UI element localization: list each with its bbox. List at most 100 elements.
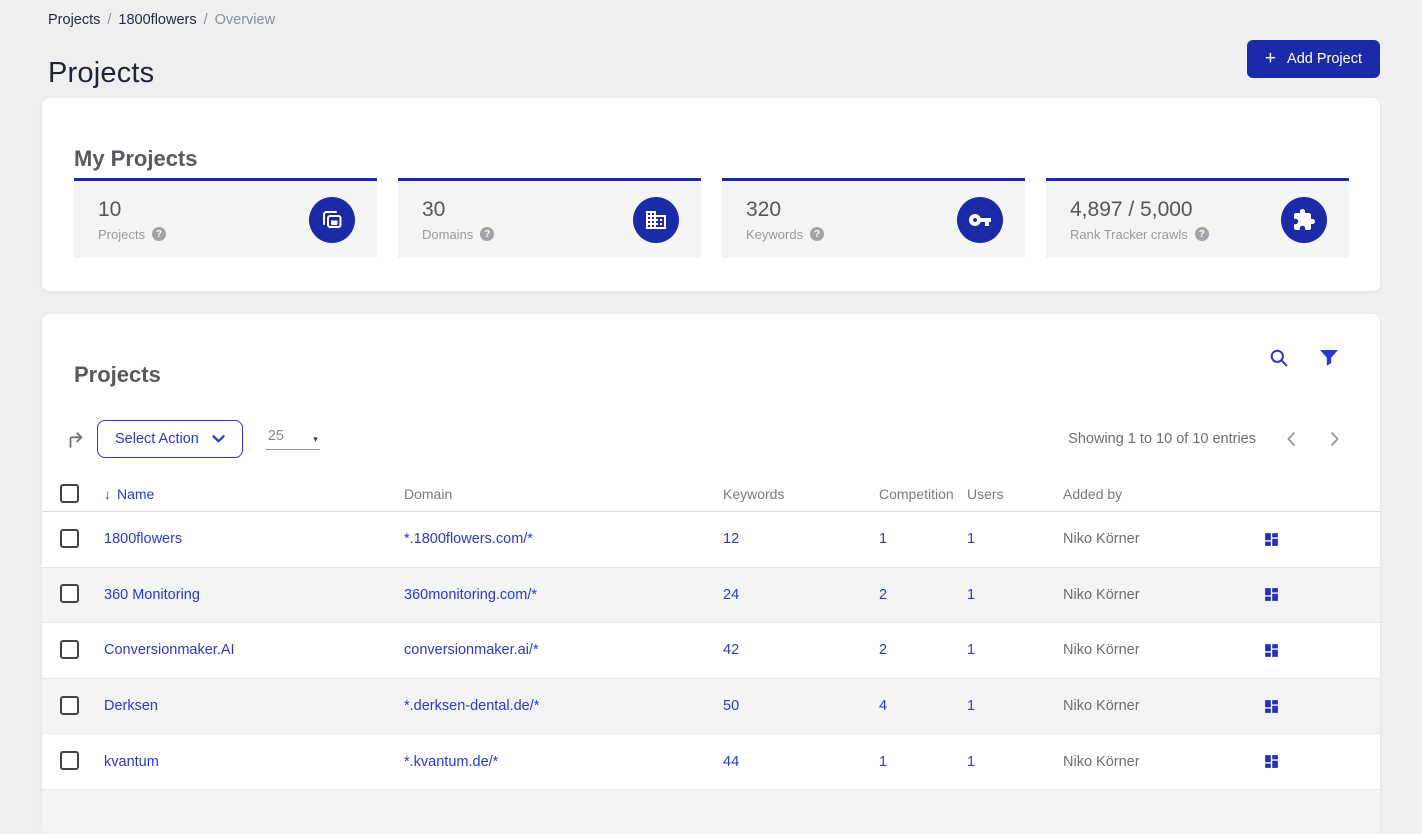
table-row: 360 Monitoring 360monitoring.com/* 24 2 … — [42, 567, 1380, 624]
stat-card-crawls: 4,897 / 5,000 Rank Tracker crawls ? — [1046, 178, 1349, 258]
previous-page-button[interactable] — [1282, 427, 1300, 451]
project-name-link[interactable]: Derksen — [104, 698, 404, 714]
page-size-value: 25 — [267, 428, 284, 444]
row-checkbox[interactable] — [60, 639, 79, 659]
table-row-partial — [42, 789, 1380, 834]
domains-count-label: Domains — [422, 226, 474, 242]
row-checkbox[interactable] — [60, 751, 79, 771]
table-toolbar: Select Action 25 ▾ Showing 1 to 10 of 10… — [42, 420, 1380, 458]
help-icon[interactable]: ? — [480, 227, 495, 241]
pagination — [1282, 427, 1344, 451]
column-header-domain[interactable]: Domain — [404, 486, 723, 502]
add-project-button[interactable]: + Add Project — [1246, 40, 1380, 78]
domains-count: 30 — [422, 197, 446, 221]
column-header-name[interactable]: ↓ Name — [104, 486, 404, 502]
crawls-count-label: Rank Tracker crawls — [1070, 226, 1188, 242]
column-header-users[interactable]: Users — [967, 486, 1063, 502]
dashboard-icon[interactable] — [1263, 698, 1283, 715]
row-checkbox[interactable] — [60, 695, 79, 715]
table-row: kvantum *.kvantum.de/* 44 1 1 Niko Körne… — [42, 734, 1380, 790]
users-count-cell[interactable]: 1 — [967, 531, 1063, 547]
project-name-link[interactable]: kvantum — [104, 754, 404, 770]
help-icon[interactable]: ? — [151, 227, 166, 241]
table-body: 1800flowers *.1800flowers.com/* 12 1 1 N… — [42, 512, 1380, 834]
puzzle-icon — [1281, 196, 1327, 243]
projects-table-card: Projects Select Action 25 ▾ Showing 1 to… — [41, 313, 1381, 834]
project-domain-link[interactable]: conversionmaker.ai/* — [404, 642, 723, 658]
stat-card-domains: 30 Domains ? — [398, 178, 701, 258]
plus-icon: + — [1264, 47, 1277, 69]
projects-page: Projects / 1800flowers / Overview Projec… — [0, 0, 1422, 834]
stat-row: 10 Projects ? 30 Domains ? 320 Keywords … — [74, 178, 1349, 258]
dashboard-icon[interactable] — [1263, 531, 1283, 548]
my-projects-card: My Projects 10 Projects ? 30 Domains ? 3… — [41, 97, 1381, 292]
breadcrumb: Projects / 1800flowers / Overview — [48, 12, 275, 28]
dashboard-icon[interactable] — [1263, 586, 1283, 603]
my-projects-title: My Projects — [74, 146, 198, 172]
filter-icon[interactable] — [1320, 350, 1338, 366]
project-domain-link[interactable]: *.derksen-dental.de/* — [404, 698, 723, 714]
competition-count-cell[interactable]: 2 — [879, 642, 967, 658]
help-icon[interactable]: ? — [810, 227, 825, 241]
breadcrumb-overview: Overview — [214, 12, 276, 28]
keywords-count-cell[interactable]: 42 — [723, 642, 879, 658]
table-row: 1800flowers *.1800flowers.com/* 12 1 1 N… — [42, 512, 1380, 568]
showing-entries-text: Showing 1 to 10 of 10 entries — [1068, 431, 1256, 447]
projects-count-label: Projects — [98, 226, 145, 242]
added-by-cell: Niko Körner — [1063, 586, 1140, 603]
project-domain-link[interactable]: 360monitoring.com/* — [404, 587, 723, 603]
key-icon — [957, 196, 1003, 243]
added-by-cell: Niko Körner — [1063, 531, 1140, 548]
row-checkbox[interactable] — [60, 528, 79, 548]
breadcrumb-separator: / — [203, 12, 208, 28]
export-arrow-icon[interactable] — [66, 429, 87, 450]
select-all-checkbox[interactable] — [60, 484, 79, 503]
competition-count-cell[interactable]: 1 — [879, 531, 967, 547]
project-domain-link[interactable]: *.1800flowers.com/* — [404, 531, 723, 547]
keywords-count-label: Keywords — [746, 226, 804, 242]
stat-card-keywords: 320 Keywords ? — [722, 178, 1025, 258]
dashboard-icon[interactable] — [1263, 642, 1283, 659]
added-by-cell: Niko Körner — [1063, 642, 1140, 659]
project-name-link[interactable]: 360 Monitoring — [104, 587, 404, 603]
keywords-count-cell[interactable]: 24 — [723, 587, 879, 603]
project-name-link[interactable]: Conversionmaker.AI — [104, 642, 404, 658]
column-header-keywords[interactable]: Keywords — [723, 486, 879, 502]
breadcrumb-projects[interactable]: Projects — [48, 12, 100, 28]
users-count-cell[interactable]: 1 — [967, 587, 1063, 603]
chevron-down-icon — [212, 435, 225, 443]
competition-count-cell[interactable]: 2 — [879, 587, 967, 603]
column-header-competition[interactable]: Competition — [879, 486, 967, 502]
table-row: Conversionmaker.AI conversionmaker.ai/* … — [42, 623, 1380, 679]
projects-table-title: Projects — [74, 362, 161, 388]
stat-card-projects: 10 Projects ? — [74, 178, 377, 258]
select-action-label: Select Action — [115, 431, 199, 447]
page-size-select[interactable]: 25 ▾ — [265, 428, 320, 450]
breadcrumb-project-1800flowers[interactable]: 1800flowers — [118, 12, 196, 28]
projects-copy-icon — [309, 196, 355, 243]
column-header-added-by[interactable]: Added by — [1063, 486, 1263, 502]
keywords-count-cell[interactable]: 44 — [723, 754, 879, 770]
row-checkbox[interactable] — [60, 584, 79, 604]
dashboard-icon[interactable] — [1263, 753, 1283, 770]
help-icon[interactable]: ? — [1194, 227, 1209, 241]
competition-count-cell[interactable]: 1 — [879, 754, 967, 770]
users-count-cell[interactable]: 1 — [967, 642, 1063, 658]
keywords-count-cell[interactable]: 12 — [723, 531, 879, 547]
project-domain-link[interactable]: *.kvantum.de/* — [404, 754, 723, 770]
users-count-cell[interactable]: 1 — [967, 754, 1063, 770]
table-row: Derksen *.derksen-dental.de/* 50 4 1 Nik… — [42, 678, 1380, 735]
project-name-link[interactable]: 1800flowers — [104, 531, 404, 547]
added-by-cell: Niko Körner — [1063, 698, 1140, 715]
projects-count: 10 — [98, 197, 122, 221]
next-page-button[interactable] — [1326, 427, 1344, 451]
competition-count-cell[interactable]: 4 — [879, 698, 967, 714]
select-action-dropdown[interactable]: Select Action — [97, 420, 243, 458]
page-title: Projects — [48, 57, 155, 90]
keywords-count-cell[interactable]: 50 — [723, 698, 879, 714]
added-by-cell: Niko Körner — [1063, 753, 1140, 770]
table-header-row: ↓ Name Domain Keywords Competition Users… — [42, 477, 1380, 512]
users-count-cell[interactable]: 1 — [967, 698, 1063, 714]
add-project-label: Add Project — [1287, 51, 1362, 67]
search-icon[interactable] — [1269, 348, 1289, 368]
